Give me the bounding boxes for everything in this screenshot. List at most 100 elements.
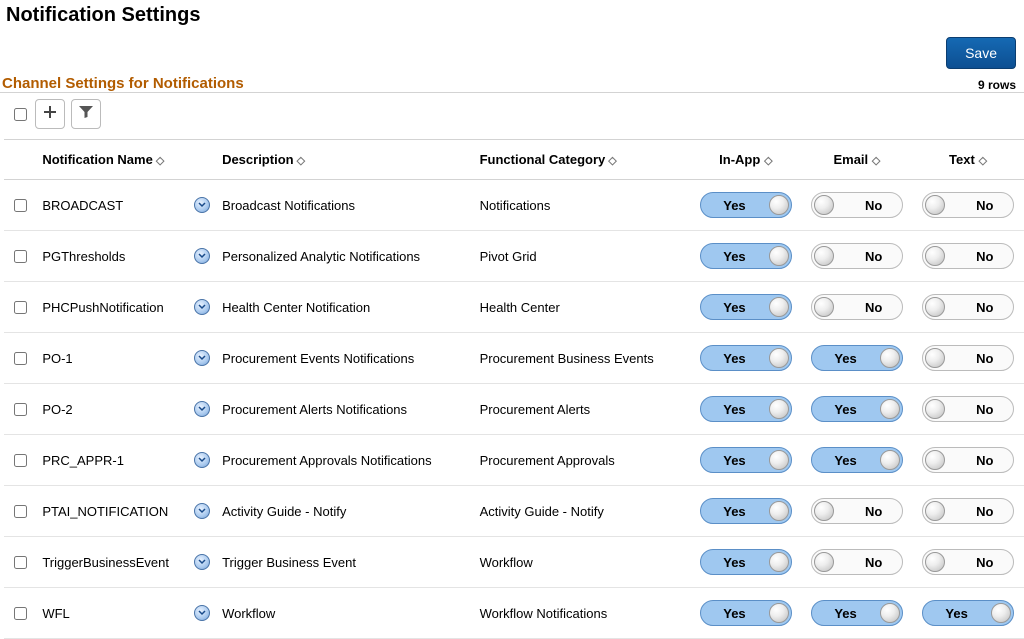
toggle-label: Yes bbox=[723, 249, 745, 264]
row-select-checkbox[interactable] bbox=[14, 250, 27, 263]
filter-button[interactable] bbox=[71, 99, 101, 129]
toggle-knob bbox=[769, 348, 789, 368]
toggle-inapp[interactable]: Yes bbox=[700, 294, 792, 320]
toggle-email[interactable]: Yes bbox=[811, 396, 903, 422]
chevron-down-icon bbox=[198, 405, 206, 413]
toggle-knob bbox=[769, 246, 789, 266]
col-header-category[interactable]: Functional Category◇ bbox=[474, 140, 691, 180]
toggle-knob bbox=[880, 348, 900, 368]
toggle-knob bbox=[925, 450, 945, 470]
cell-category: Pivot Grid bbox=[474, 231, 691, 282]
toggle-inapp[interactable]: Yes bbox=[700, 498, 792, 524]
toggle-inapp[interactable]: Yes bbox=[700, 549, 792, 575]
toggle-knob bbox=[769, 195, 789, 215]
toggle-label: No bbox=[865, 555, 882, 570]
toggle-email[interactable]: Yes bbox=[811, 600, 903, 626]
toggle-label: Yes bbox=[723, 198, 745, 213]
toggle-text[interactable]: No bbox=[922, 498, 1014, 524]
toggle-email[interactable]: No bbox=[811, 549, 903, 575]
col-header-email[interactable]: Email◇ bbox=[802, 140, 913, 180]
cell-notification-name: WFL bbox=[36, 588, 187, 639]
toggle-email[interactable]: No bbox=[811, 294, 903, 320]
toggle-knob bbox=[925, 552, 945, 572]
row-select-checkbox[interactable] bbox=[14, 403, 27, 416]
col-header-name[interactable]: Notification Name◇ bbox=[36, 140, 187, 180]
col-header-description[interactable]: Description◇ bbox=[216, 140, 474, 180]
col-header-inapp[interactable]: In-App◇ bbox=[691, 140, 802, 180]
cell-description: Procurement Approvals Notifications bbox=[216, 435, 474, 486]
toggle-label: No bbox=[976, 198, 993, 213]
toggle-knob bbox=[769, 552, 789, 572]
row-select-checkbox[interactable] bbox=[14, 301, 27, 314]
row-actions-dropdown[interactable] bbox=[194, 350, 210, 366]
toggle-text[interactable]: No bbox=[922, 447, 1014, 473]
toggle-text[interactable]: Yes bbox=[922, 600, 1014, 626]
toggle-knob bbox=[991, 603, 1011, 623]
notifications-grid: Notification Name◇ Description◇ Function… bbox=[4, 139, 1024, 639]
row-actions-dropdown[interactable] bbox=[194, 248, 210, 264]
toggle-email[interactable]: Yes bbox=[811, 447, 903, 473]
toggle-text[interactable]: No bbox=[922, 243, 1014, 269]
toggle-text[interactable]: No bbox=[922, 192, 1014, 218]
cell-description: Trigger Business Event bbox=[216, 537, 474, 588]
toggle-email[interactable]: No bbox=[811, 243, 903, 269]
add-row-button[interactable] bbox=[35, 99, 65, 129]
toggle-text[interactable]: No bbox=[922, 549, 1014, 575]
sort-icon: ◇ bbox=[156, 154, 166, 167]
cell-category: Notifications bbox=[474, 180, 691, 231]
toggle-knob bbox=[925, 348, 945, 368]
cell-description: Workflow bbox=[216, 588, 474, 639]
toggle-email[interactable]: Yes bbox=[811, 345, 903, 371]
row-select-checkbox[interactable] bbox=[14, 505, 27, 518]
toggle-knob bbox=[880, 450, 900, 470]
row-select-checkbox[interactable] bbox=[14, 454, 27, 467]
cell-notification-name: PO-2 bbox=[36, 384, 187, 435]
row-select-checkbox[interactable] bbox=[14, 556, 27, 569]
toggle-text[interactable]: No bbox=[922, 345, 1014, 371]
toggle-inapp[interactable]: Yes bbox=[700, 345, 792, 371]
table-row: PHCPushNotificationHealth Center Notific… bbox=[4, 282, 1024, 333]
row-actions-dropdown[interactable] bbox=[194, 503, 210, 519]
toggle-inapp[interactable]: Yes bbox=[700, 396, 792, 422]
toggle-inapp[interactable]: Yes bbox=[700, 243, 792, 269]
toggle-knob bbox=[925, 501, 945, 521]
toggle-label: Yes bbox=[834, 453, 856, 468]
row-actions-dropdown[interactable] bbox=[194, 554, 210, 570]
toggle-label: Yes bbox=[834, 606, 856, 621]
row-actions-dropdown[interactable] bbox=[194, 605, 210, 621]
chevron-down-icon bbox=[198, 558, 206, 566]
chevron-down-icon bbox=[198, 303, 206, 311]
toggle-text[interactable]: No bbox=[922, 396, 1014, 422]
toggle-label: Yes bbox=[723, 402, 745, 417]
row-actions-dropdown[interactable] bbox=[194, 401, 210, 417]
toggle-inapp[interactable]: Yes bbox=[700, 600, 792, 626]
row-actions-dropdown[interactable] bbox=[194, 197, 210, 213]
table-row: PO-2Procurement Alerts NotificationsProc… bbox=[4, 384, 1024, 435]
toggle-label: No bbox=[865, 198, 882, 213]
toggle-knob bbox=[925, 399, 945, 419]
row-select-checkbox[interactable] bbox=[14, 199, 27, 212]
page-title: Notification Settings bbox=[0, 0, 1024, 37]
col-header-text[interactable]: Text◇ bbox=[913, 140, 1024, 180]
toggle-text[interactable]: No bbox=[922, 294, 1014, 320]
table-row: WFLWorkflowWorkflow NotificationsYesYesY… bbox=[4, 588, 1024, 639]
cell-description: Procurement Alerts Notifications bbox=[216, 384, 474, 435]
table-row: BROADCASTBroadcast NotificationsNotifica… bbox=[4, 180, 1024, 231]
toggle-inapp[interactable]: Yes bbox=[700, 192, 792, 218]
table-row: PRC_APPR-1Procurement Approvals Notifica… bbox=[4, 435, 1024, 486]
toggle-label: Yes bbox=[723, 606, 745, 621]
toggle-email[interactable]: No bbox=[811, 498, 903, 524]
table-row: PO-1Procurement Events NotificationsProc… bbox=[4, 333, 1024, 384]
row-select-checkbox[interactable] bbox=[14, 352, 27, 365]
cell-notification-name: BROADCAST bbox=[36, 180, 187, 231]
toggle-email[interactable]: No bbox=[811, 192, 903, 218]
row-actions-dropdown[interactable] bbox=[194, 299, 210, 315]
select-all-checkbox[interactable] bbox=[14, 108, 27, 121]
sort-icon: ◇ bbox=[871, 154, 881, 167]
save-button[interactable]: Save bbox=[946, 37, 1016, 69]
toggle-knob bbox=[925, 195, 945, 215]
toggle-label: Yes bbox=[834, 351, 856, 366]
toggle-inapp[interactable]: Yes bbox=[700, 447, 792, 473]
row-actions-dropdown[interactable] bbox=[194, 452, 210, 468]
toggle-label: No bbox=[976, 402, 993, 417]
